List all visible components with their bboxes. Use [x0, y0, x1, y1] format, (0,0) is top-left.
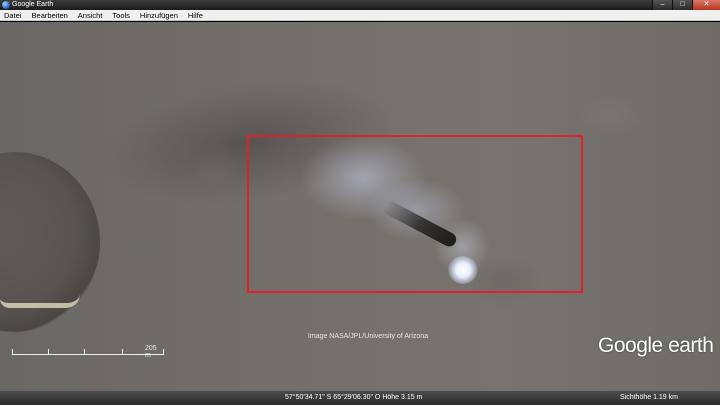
menu-tools[interactable]: Tools: [107, 10, 135, 20]
close-button[interactable]: ✕: [692, 0, 720, 10]
logo-earth: earth: [668, 334, 714, 357]
scale-tick: [84, 349, 85, 355]
crater-rim: [0, 294, 80, 308]
attribution-text: Image NASA/JPL/University of Arizona: [307, 333, 429, 340]
window-title: Google Earth: [12, 1, 54, 8]
menu-add[interactable]: Hinzufügen: [135, 10, 183, 20]
scale-line: [12, 354, 164, 355]
scale-tick: [48, 349, 49, 355]
menu-bar: Datei Bearbeiten Ansicht Tools Hinzufüge…: [0, 10, 720, 21]
menu-view[interactable]: Ansicht: [73, 10, 108, 20]
title-bar: Google Earth – □ ✕: [0, 0, 720, 10]
maximize-button[interactable]: □: [672, 0, 692, 10]
status-bar: 57°50'34.71" S 65°29'06.30" O Höhe 3.15 …: [0, 391, 720, 405]
menu-file[interactable]: Datei: [0, 10, 27, 20]
google-earth-logo: Google earth: [598, 334, 714, 358]
google-earth-app-icon: [2, 1, 10, 9]
coordinates-readout: 57°50'34.71" S 65°29'06.30" O Höhe 3.15 …: [285, 394, 423, 401]
scale-tick: [122, 349, 123, 355]
scale-bar: 205 m: [12, 345, 164, 359]
menu-edit[interactable]: Bearbeiten: [27, 10, 73, 20]
window-controls: – □ ✕: [652, 0, 720, 10]
menu-help[interactable]: Hilfe: [183, 10, 208, 20]
scale-tick: [12, 349, 13, 355]
minimize-button[interactable]: –: [652, 0, 672, 10]
logo-google: Google: [598, 334, 663, 357]
highlight-rectangle: [247, 135, 583, 293]
scale-label: 205 m: [145, 345, 157, 359]
eye-altitude-readout: Sichthöhe 1.19 km: [620, 394, 678, 401]
